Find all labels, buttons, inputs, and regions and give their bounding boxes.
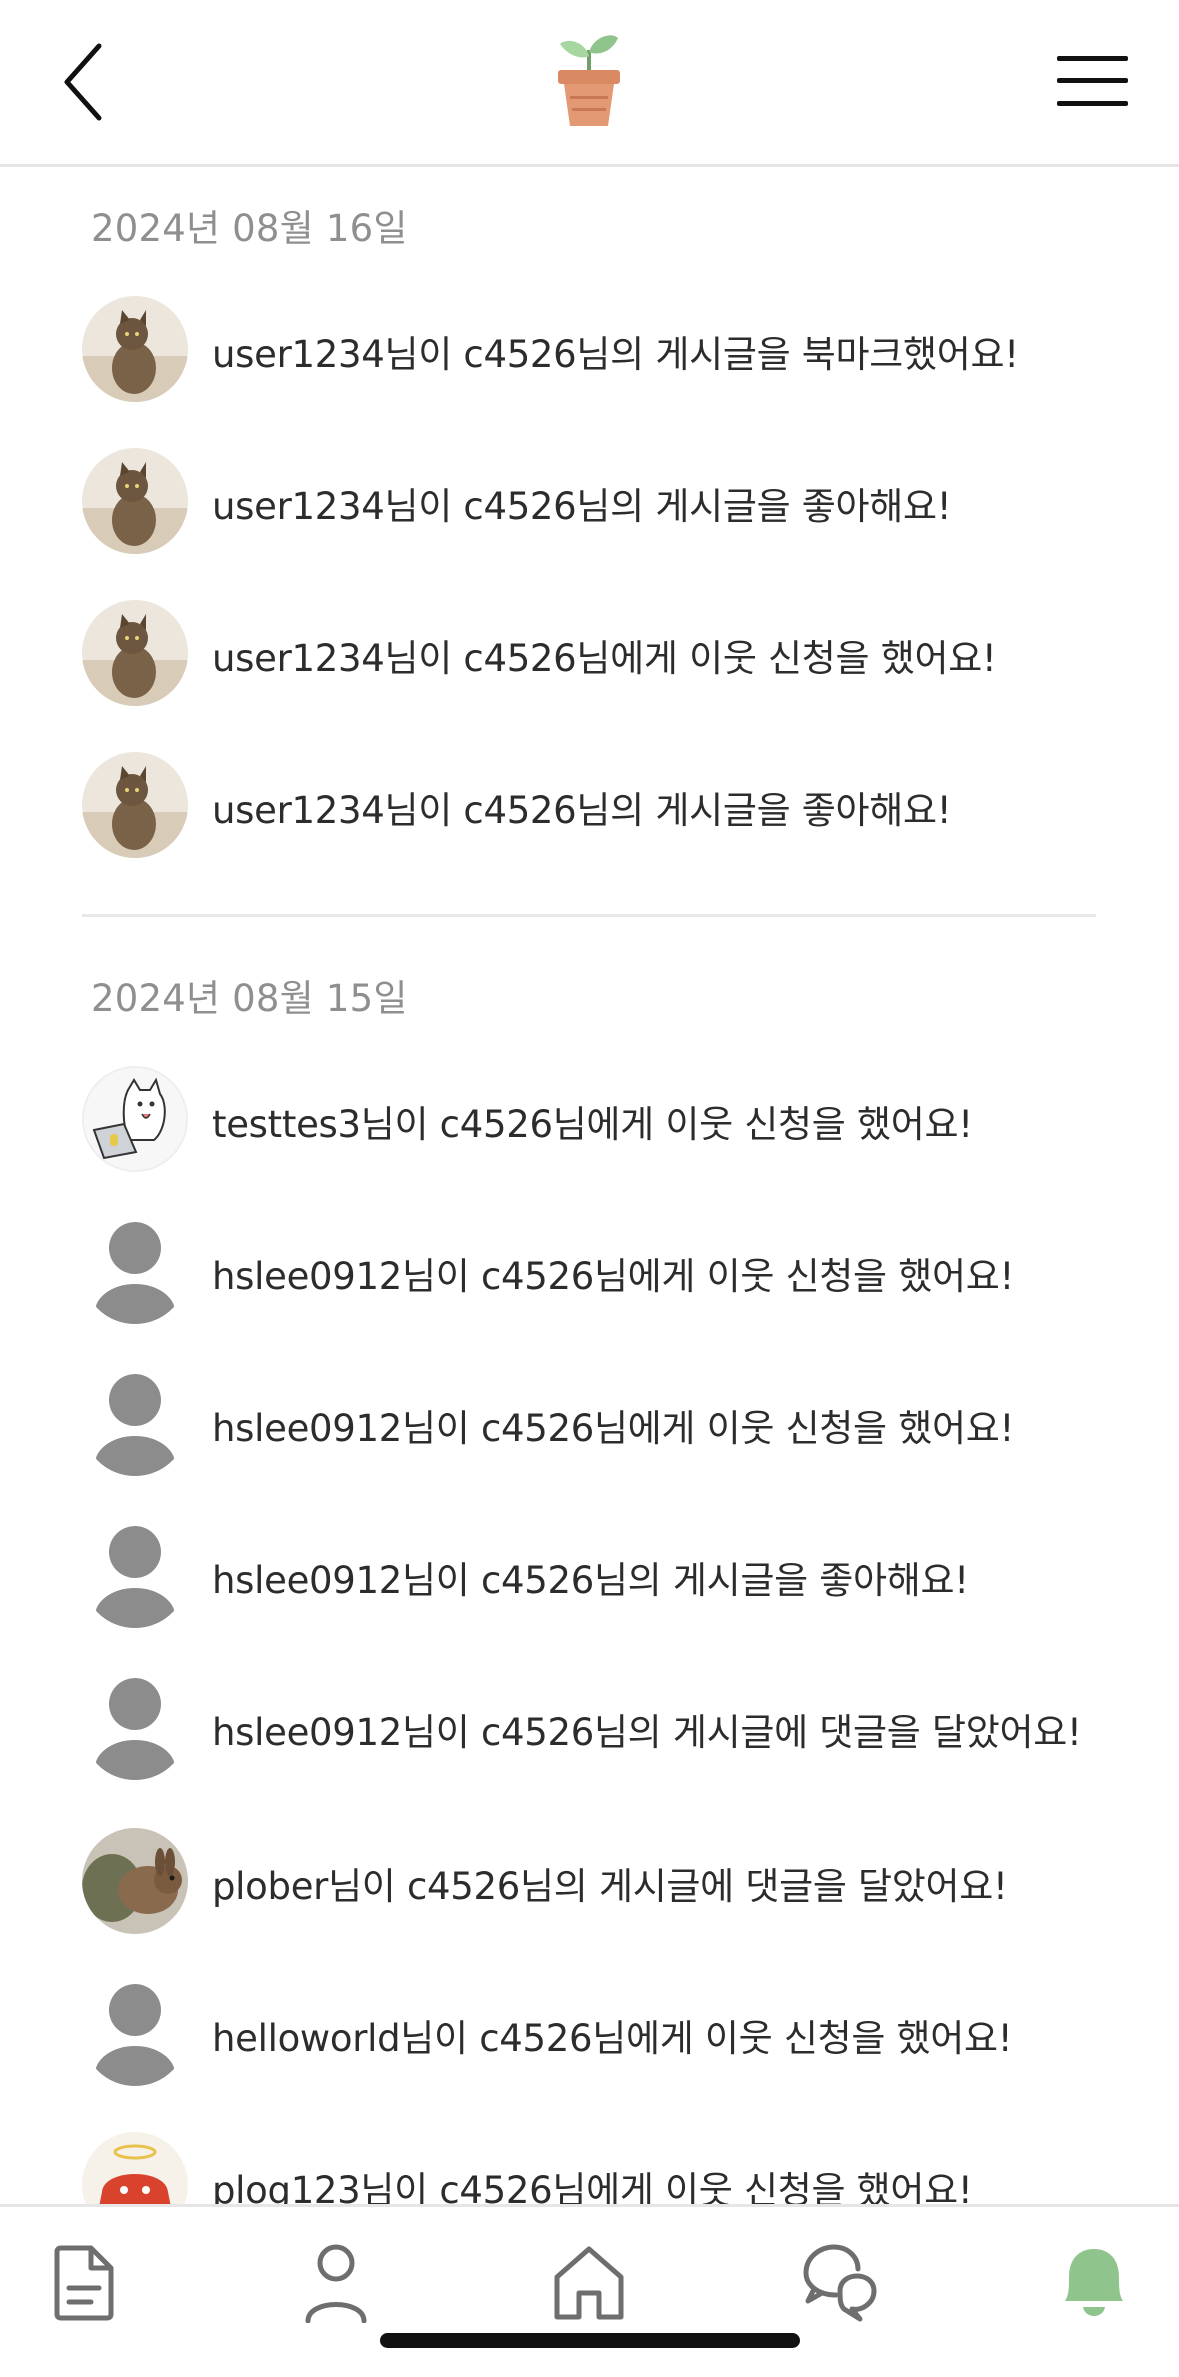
rabbit-photo-icon bbox=[82, 1828, 188, 1934]
notification-item[interactable]: user1234님이 c4526님의 게시글을 좋아해요! bbox=[82, 448, 1162, 556]
chevron-left-icon bbox=[64, 43, 102, 121]
avatar[interactable] bbox=[82, 752, 188, 858]
avatar[interactable] bbox=[82, 1980, 188, 2086]
notification-text: plog123님이 c4526님에게 이웃 신청을 했어요! bbox=[212, 2169, 973, 2204]
notification-item[interactable]: user1234님이 c4526님에게 이웃 신청을 했어요! bbox=[82, 600, 1162, 708]
tab-profile[interactable] bbox=[296, 2243, 376, 2323]
avatar[interactable] bbox=[82, 1674, 188, 1780]
home-icon bbox=[554, 2246, 624, 2320]
document-icon bbox=[54, 2245, 114, 2321]
tab-chat[interactable] bbox=[800, 2243, 880, 2323]
avatar[interactable] bbox=[82, 600, 188, 706]
notification-text: user1234님이 c4526님의 게시글을 북마크했어요! bbox=[212, 333, 1019, 376]
tab-notifications[interactable] bbox=[1054, 2243, 1134, 2323]
cartoon-character-icon bbox=[82, 2132, 188, 2204]
menu-button[interactable] bbox=[1055, 52, 1130, 110]
section-date: 2024년 08월 16일 bbox=[91, 207, 408, 250]
avatar[interactable] bbox=[82, 1066, 188, 1172]
notification-item[interactable]: user1234님이 c4526님의 게시글을 좋아해요! bbox=[82, 752, 1162, 860]
notification-text: hslee0912님이 c4526님에게 이웃 신청을 했어요! bbox=[212, 1255, 1014, 1298]
default-person-icon bbox=[95, 1678, 175, 1780]
cat-photo-icon bbox=[82, 752, 188, 858]
notification-text: hslee0912님이 c4526님에게 이웃 신청을 했어요! bbox=[212, 1407, 1014, 1450]
cat-photo-icon bbox=[82, 600, 188, 706]
notification-list[interactable]: 2024년 08월 16일 user1234님이 c4526님의 게시글을 북마… bbox=[0, 168, 1179, 2204]
avatar[interactable] bbox=[82, 1370, 188, 1476]
home-indicator[interactable] bbox=[380, 2333, 800, 2348]
avatar[interactable] bbox=[82, 296, 188, 402]
app-header bbox=[0, 0, 1179, 167]
notification-item[interactable]: hslee0912님이 c4526님에게 이웃 신청을 했어요! bbox=[82, 1218, 1162, 1326]
notification-item[interactable]: helloworld님이 c4526님에게 이웃 신청을 했어요! bbox=[82, 1980, 1162, 2088]
avatar[interactable] bbox=[82, 2132, 188, 2204]
notification-text: helloworld님이 c4526님에게 이웃 신청을 했어요! bbox=[212, 2017, 1013, 2060]
notification-text: user1234님이 c4526님의 게시글을 좋아해요! bbox=[212, 789, 952, 832]
plant-pot-icon[interactable] bbox=[554, 30, 624, 130]
notification-text: user1234님이 c4526님의 게시글을 좋아해요! bbox=[212, 485, 952, 528]
notification-text: plober님이 c4526님의 게시글에 댓글을 달았어요! bbox=[212, 1865, 1008, 1908]
notification-item[interactable]: hslee0912님이 c4526님의 게시글에 댓글을 달았어요! bbox=[82, 1674, 1162, 1782]
avatar[interactable] bbox=[82, 1218, 188, 1324]
back-button[interactable] bbox=[55, 38, 115, 126]
notification-text: testtes3님이 c4526님에게 이웃 신청을 했어요! bbox=[212, 1103, 973, 1146]
notification-item[interactable]: hslee0912님이 c4526님에게 이웃 신청을 했어요! bbox=[82, 1370, 1162, 1478]
notification-item[interactable]: testtes3님이 c4526님에게 이웃 신청을 했어요! bbox=[82, 1066, 1162, 1174]
notification-text: user1234님이 c4526님에게 이웃 신청을 했어요! bbox=[212, 637, 997, 680]
default-person-icon bbox=[95, 1374, 175, 1476]
default-person-icon bbox=[95, 1526, 175, 1628]
cat-laptop-drawing-icon bbox=[84, 1068, 186, 1170]
tab-home[interactable] bbox=[549, 2243, 629, 2323]
notification-text: hslee0912님이 c4526님의 게시글을 좋아해요! bbox=[212, 1559, 969, 1602]
avatar[interactable] bbox=[82, 448, 188, 554]
bell-icon bbox=[1065, 2249, 1123, 2316]
default-person-icon bbox=[95, 1222, 175, 1324]
section-divider bbox=[82, 914, 1096, 917]
person-icon bbox=[305, 2244, 367, 2323]
chat-icon bbox=[803, 2244, 877, 2322]
notification-item[interactable]: user1234님이 c4526님의 게시글을 북마크했어요! bbox=[82, 296, 1162, 404]
section-date: 2024년 08월 15일 bbox=[91, 977, 408, 1020]
notification-item[interactable]: plog123님이 c4526님에게 이웃 신청을 했어요! bbox=[82, 2132, 1162, 2204]
notification-item[interactable]: plober님이 c4526님의 게시글에 댓글을 달았어요! bbox=[82, 1828, 1162, 1936]
bottom-tab-bar bbox=[0, 2204, 1179, 2377]
notification-text: hslee0912님이 c4526님의 게시글에 댓글을 달았어요! bbox=[212, 1711, 1082, 1754]
default-person-icon bbox=[95, 1984, 175, 2086]
cat-photo-icon bbox=[82, 448, 188, 554]
cat-photo-icon bbox=[82, 296, 188, 402]
avatar[interactable] bbox=[82, 1522, 188, 1628]
notification-item[interactable]: hslee0912님이 c4526님의 게시글을 좋아해요! bbox=[82, 1522, 1162, 1630]
avatar[interactable] bbox=[82, 1828, 188, 1934]
hamburger-menu-icon bbox=[1057, 56, 1128, 106]
tab-posts[interactable] bbox=[44, 2243, 124, 2323]
